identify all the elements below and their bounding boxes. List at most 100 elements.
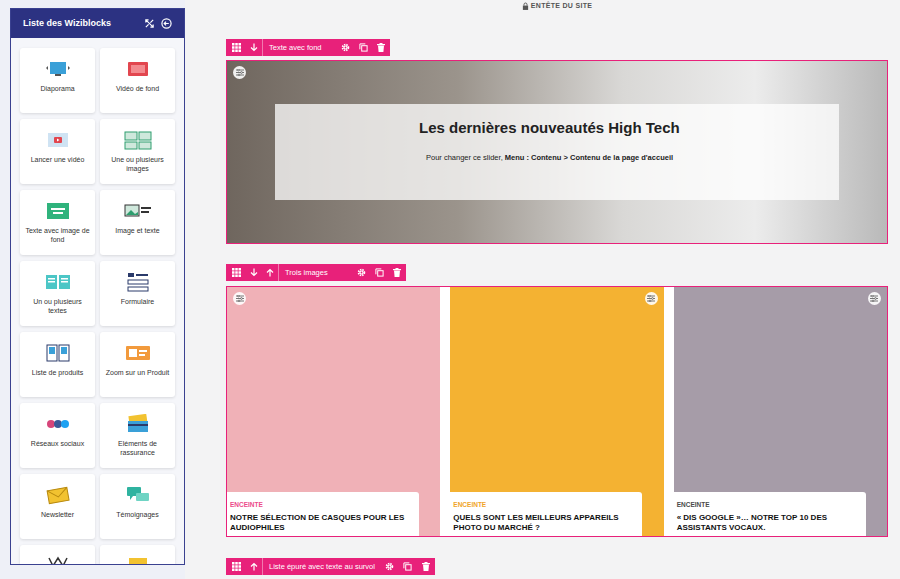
move-up-button[interactable] bbox=[262, 264, 278, 281]
block-type-icon bbox=[123, 129, 153, 151]
block-card-label: Réseaux sociaux bbox=[31, 439, 84, 448]
panel-title: Liste des Wiziblocks bbox=[23, 17, 111, 31]
drag-handle[interactable] bbox=[226, 264, 246, 281]
article-tag: ENCEINTE bbox=[453, 501, 639, 509]
block-card[interactable]: Diaporama bbox=[20, 48, 95, 113]
block-card[interactable]: Un ou plusieurs textes bbox=[20, 261, 95, 326]
block-name: Trois images bbox=[285, 267, 328, 278]
block-toolbar: Liste épuré avec texte au survol bbox=[226, 558, 435, 575]
article-tag: ENCEINTE bbox=[230, 501, 416, 509]
article-card: ENCEINTENOTRE SÉLECTION DE CASQUES POUR … bbox=[227, 492, 419, 536]
hero-text-box: Les dernières nouveautés High Tech Pour c… bbox=[275, 104, 839, 200]
article-title: « DIS GOOGLE »… NOTRE TOP 10 DES ASSISTA… bbox=[677, 513, 863, 533]
block-card[interactable]: Image et texte bbox=[100, 190, 175, 255]
block-card[interactable]: Témoignages bbox=[100, 474, 175, 539]
block-card-label: Newsletter bbox=[41, 510, 74, 519]
block-type-icon bbox=[43, 200, 73, 222]
grid-icon bbox=[232, 43, 241, 52]
block-options-icon[interactable] bbox=[233, 292, 246, 305]
article-card: ENCEINTE « DIS GOOGLE »… NOTRE TOP 10 DES… bbox=[674, 492, 866, 536]
block-options-icon[interactable] bbox=[645, 292, 658, 305]
block-type-icon bbox=[43, 484, 73, 506]
block-type-icon bbox=[43, 129, 73, 151]
block-card[interactable]: Liste de produits bbox=[20, 332, 95, 397]
block-type-icon bbox=[123, 413, 153, 435]
block-card[interactable] bbox=[20, 545, 95, 565]
block-card-label: Eléments de rassurance bbox=[103, 439, 172, 457]
block-card-label: Vidéo de fond bbox=[116, 84, 159, 93]
image-column[interactable]: ENCEINTENOTRE SÉLECTION DE CASQUES POUR … bbox=[227, 287, 440, 536]
lock-icon bbox=[522, 2, 529, 10]
gear-icon bbox=[385, 562, 394, 571]
block-card-label: Témoignages bbox=[116, 510, 158, 519]
page-block: Texte avec fond Les dernières nouveautés … bbox=[226, 35, 888, 244]
settings-button[interactable] bbox=[352, 264, 370, 281]
block-type-icon bbox=[123, 547, 153, 565]
article-tag: ENCEINTE bbox=[677, 501, 863, 509]
site-header-bar: ENTÊTE DU SITE bbox=[226, 0, 888, 12]
block-type-icon bbox=[123, 342, 153, 364]
trash-icon bbox=[393, 268, 401, 277]
copy-icon bbox=[359, 43, 368, 52]
move-down-button[interactable] bbox=[246, 39, 262, 56]
block-type-icon bbox=[123, 200, 153, 222]
block-card-label: Une ou plusieurs images bbox=[103, 155, 172, 173]
copy-icon bbox=[403, 562, 412, 571]
copy-icon bbox=[375, 268, 384, 277]
settings-button[interactable] bbox=[381, 558, 399, 575]
back-icon[interactable] bbox=[161, 18, 172, 29]
arrow-up-icon bbox=[266, 268, 274, 277]
hero-title: Les dernières nouveautés High Tech bbox=[419, 118, 839, 138]
settings-button[interactable] bbox=[336, 39, 354, 56]
block-card-label: Un ou plusieurs textes bbox=[23, 297, 92, 315]
page-block: Trois images ENCEINTENOTRE SÉLECTION DE C… bbox=[226, 260, 888, 537]
block-card-label: Zoom sur un Produit bbox=[106, 368, 169, 377]
block-card[interactable]: Texte avec image de fond bbox=[20, 190, 95, 255]
trash-icon bbox=[377, 43, 385, 52]
block-type-icon bbox=[123, 58, 153, 80]
blocks-grid: Diaporama Vidéo de fond Lancer une vidéo Un… bbox=[11, 38, 184, 565]
duplicate-button[interactable] bbox=[399, 558, 417, 575]
drag-handle[interactable] bbox=[226, 558, 246, 575]
three-images-block: ENCEINTENOTRE SÉLECTION DE CASQUES POUR … bbox=[226, 286, 888, 537]
block-name: Texte avec fond bbox=[269, 42, 322, 53]
delete-button[interactable] bbox=[372, 39, 390, 56]
block-card[interactable]: Formulaire bbox=[100, 261, 175, 326]
block-type-icon bbox=[43, 547, 73, 565]
block-card[interactable]: Réseaux sociaux bbox=[20, 403, 95, 468]
image-column[interactable]: ENCEINTE QUELS SONT LES MEILLEURS APPAREI… bbox=[450, 287, 663, 536]
block-options-icon[interactable] bbox=[233, 66, 246, 79]
block-type-icon bbox=[43, 342, 73, 364]
grid-icon bbox=[232, 562, 241, 571]
site-header-label: ENTÊTE DU SITE bbox=[531, 1, 592, 12]
image-column[interactable]: ENCEINTE « DIS GOOGLE »… NOTRE TOP 10 DES… bbox=[674, 287, 887, 536]
block-options-icon[interactable] bbox=[868, 292, 881, 305]
block-card[interactable]: Vidéo de fond bbox=[100, 48, 175, 113]
block-card[interactable]: Lancer une vidéo bbox=[20, 119, 95, 184]
duplicate-button[interactable] bbox=[354, 39, 372, 56]
duplicate-button[interactable] bbox=[370, 264, 388, 281]
collapse-icon[interactable] bbox=[144, 18, 155, 29]
hero-block: Les dernières nouveautés High Tech Pour c… bbox=[226, 60, 888, 244]
arrow-up-icon bbox=[250, 562, 258, 571]
block-card[interactable]: Une ou plusieurs images bbox=[100, 119, 175, 184]
delete-button[interactable] bbox=[388, 264, 406, 281]
article-title: QUELS SONT LES MEILLEURS APPAREILS PHOTO… bbox=[453, 513, 639, 533]
gear-icon bbox=[341, 43, 350, 52]
drag-handle[interactable] bbox=[226, 39, 246, 56]
move-down-button[interactable] bbox=[246, 264, 262, 281]
block-card[interactable]: Eléments de rassurance bbox=[100, 403, 175, 468]
block-type-icon bbox=[43, 413, 73, 435]
panel-header: Liste des Wiziblocks bbox=[11, 9, 184, 38]
hero-text-part: Pour changer ce slider, bbox=[426, 153, 505, 162]
move-up-button[interactable] bbox=[246, 558, 262, 575]
block-card-label: Texte avec image de fond bbox=[23, 226, 92, 244]
block-card[interactable]: Zoom sur un Produit bbox=[100, 332, 175, 397]
arrow-down-icon bbox=[250, 268, 258, 277]
block-type-icon bbox=[123, 484, 153, 506]
block-card[interactable]: Newsletter bbox=[20, 474, 95, 539]
block-card[interactable] bbox=[100, 545, 175, 565]
article-card: ENCEINTE QUELS SONT LES MEILLEURS APPAREI… bbox=[450, 492, 642, 536]
delete-button[interactable] bbox=[417, 558, 435, 575]
block-card-label: Image et texte bbox=[115, 226, 159, 235]
